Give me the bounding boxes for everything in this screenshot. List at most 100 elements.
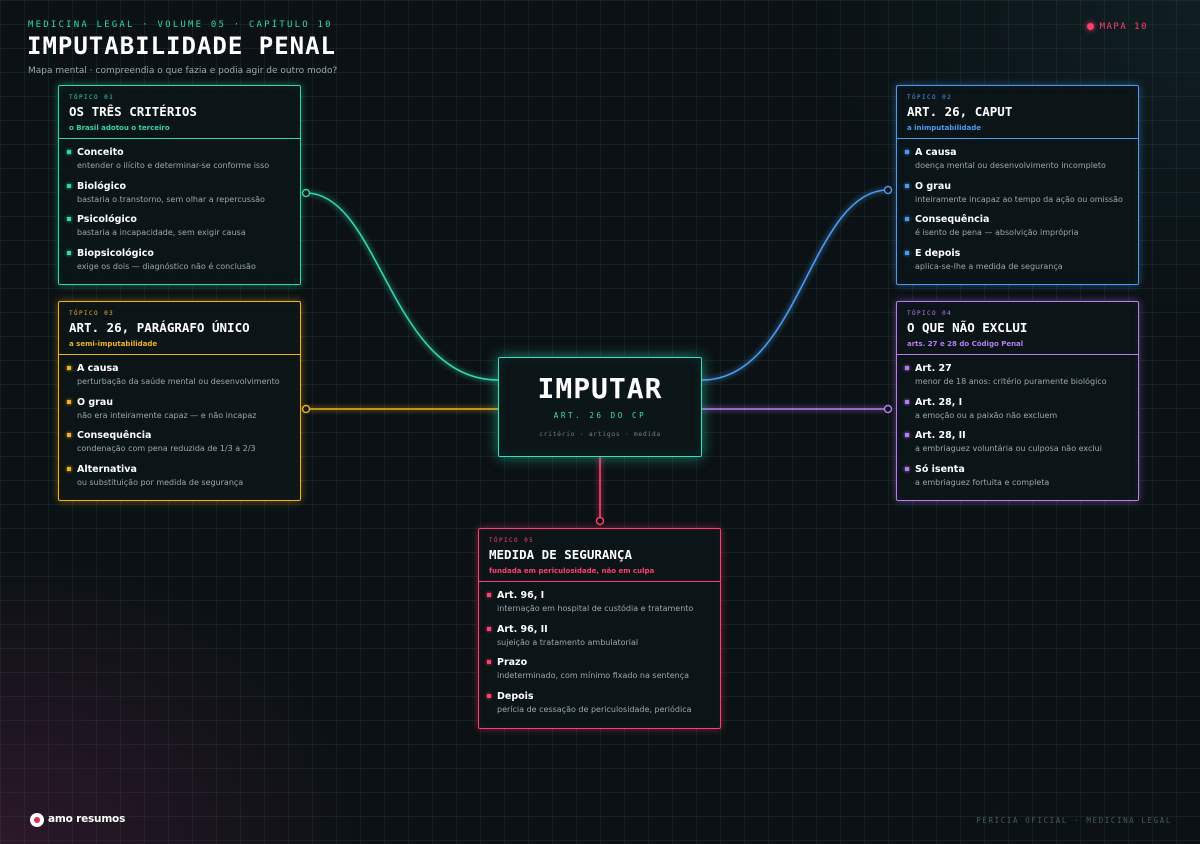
list-item: Art. 96, I internação em hospital de cust… xyxy=(487,590,710,624)
list-item: Art. 28, II a embriaguez voluntária ou cu… xyxy=(905,430,1128,464)
map-dot-icon xyxy=(1086,23,1094,30)
topic-items: Conceito entender o ilícito e determinar-… xyxy=(59,139,300,281)
item-description: não era inteiramente capaz — e não incap… xyxy=(77,410,257,420)
topic-card-03: TÓPICO 03 ART. 26, PARÁGRAFO ÚNICO a sem… xyxy=(58,301,301,501)
item-description: perturbação da saúde mental ou desenvolv… xyxy=(77,377,280,386)
topic-title: ART. 26, PARÁGRAFO ÚNICO xyxy=(69,320,250,335)
anchor-dot-topic-05 xyxy=(595,516,605,526)
bullet-square-icon xyxy=(487,626,491,631)
bullet-square-icon xyxy=(67,399,71,404)
item-label: A causa xyxy=(77,363,119,374)
list-item: Art. 96, II sujeição a tratamento ambulat… xyxy=(487,623,710,658)
list-item: Só isenta a embriaguez fortuita e complet… xyxy=(905,463,1128,498)
item-label: Art. 96, I xyxy=(497,590,545,601)
bullet-square-icon xyxy=(67,366,71,370)
item-label: Art. 27 xyxy=(915,363,952,374)
item-description: aplica-se-lhe a medida de segurança xyxy=(915,261,1063,271)
central-subtitle: ART. 26 DO CP xyxy=(553,411,647,420)
item-description: condenação com pena reduzida de 1/3 a 2/… xyxy=(77,444,256,454)
item-label: E depois xyxy=(915,247,961,259)
item-description: a embriaguez voluntária ou culposa não e… xyxy=(915,444,1102,454)
item-description: bastaria o transtorno, sem olhar a reper… xyxy=(77,194,265,204)
connector-topic-02 xyxy=(701,189,889,381)
list-item: A causa perturbação da saúde mental ou de… xyxy=(67,363,290,397)
topic-items: A causa doença mental ou desenvolvimento … xyxy=(897,139,1138,281)
item-label: Art. 28, II xyxy=(915,430,966,442)
list-item: Conceito entender o ilícito e determinar-… xyxy=(67,147,290,181)
item-description: doença mental ou desenvolvimento incompl… xyxy=(915,161,1106,170)
item-description: exige os dois — diagnóstico não é conclu… xyxy=(77,261,256,271)
list-item: Depois perícia de cessação de periculosid… xyxy=(487,691,710,725)
bullet-square-icon xyxy=(905,366,909,370)
topic-header: TÓPICO 03 ART. 26, PARÁGRAFO ÚNICO a sem… xyxy=(59,302,300,355)
topic-title: ART. 26, CAPUT xyxy=(907,104,1013,119)
bullet-square-icon xyxy=(487,660,491,665)
item-label: Conceito xyxy=(77,147,124,158)
list-item: Consequência é isento de pena — absolviçã… xyxy=(905,214,1128,248)
list-item: Psicológico bastaria a incapacidade, sem … xyxy=(67,214,290,248)
list-item: Biopsicológico exige os dois — diagnóstic… xyxy=(67,248,290,282)
topic-card-02: TÓPICO 02 ART. 26, CAPUT a inimputabilid… xyxy=(896,85,1139,285)
central-title: IMPUTAR xyxy=(537,372,663,405)
list-item: O grau inteiramente incapaz ao tempo da a… xyxy=(905,180,1128,215)
item-description: perícia de cessação de periculosidade, p… xyxy=(497,704,692,714)
item-description: a embriaguez fortuita e completa xyxy=(915,477,1050,487)
central-tags: critério · artigos · medida xyxy=(539,430,661,438)
bullet-square-icon xyxy=(905,399,909,404)
bullet-square-icon xyxy=(67,150,71,154)
item-label: Consequência xyxy=(915,214,990,226)
topic-caption: o Brasil adotou o terceiro xyxy=(69,124,170,132)
topic-tag: TÓPICO 02 xyxy=(907,94,953,101)
map-label: MAPA 10 xyxy=(1099,22,1148,32)
anchor-dot-topic-02 xyxy=(883,185,893,195)
list-item: Alternativa ou substituição por medida de… xyxy=(67,464,290,498)
bullet-square-icon xyxy=(487,593,491,597)
item-label: Biológico xyxy=(77,180,127,192)
topic-header: TÓPICO 02 ART. 26, CAPUT a inimputabilid… xyxy=(897,86,1138,139)
topic-card-04: TÓPICO 04 O QUE NÃO EXCLUI arts. 27 e 28… xyxy=(896,301,1139,501)
topic-header: TÓPICO 01 OS TRÊS CRITÉRIOS o Brasil ado… xyxy=(59,86,300,139)
brand-mark-icon xyxy=(30,813,44,827)
item-label: Prazo xyxy=(497,657,528,669)
chapter-kicker: MEDICINA LEGAL · VOLUME 05 · CAPÍTULO 10 xyxy=(28,20,333,30)
topic-card-01: TÓPICO 01 OS TRÊS CRITÉRIOS o Brasil ado… xyxy=(58,85,301,285)
topic-tag: TÓPICO 05 xyxy=(489,537,535,544)
item-label: Só isenta xyxy=(915,463,965,475)
bullet-square-icon xyxy=(67,250,71,255)
item-description: é isento de pena — absolvição imprópria xyxy=(915,228,1079,238)
footer-note: PERÍCIA OFICIAL · MEDICINA LEGAL xyxy=(976,816,1172,825)
list-item: E depois aplica-se-lhe a medida de segura… xyxy=(905,247,1128,282)
item-label: Psicológico xyxy=(77,214,137,226)
topic-tag: TÓPICO 03 xyxy=(69,310,115,317)
bullet-square-icon xyxy=(67,433,71,438)
topic-title: MEDIDA DE SEGURANÇA xyxy=(489,547,632,562)
item-description: inteiramente incapaz ao tempo da ação ou… xyxy=(915,194,1123,204)
item-description: menor de 18 anos: critério puramente bio… xyxy=(915,377,1107,386)
bullet-square-icon xyxy=(905,466,909,471)
topic-items: Art. 27 menor de 18 anos: critério purame… xyxy=(897,355,1138,497)
topic-caption: arts. 27 e 28 do Código Penal xyxy=(907,340,1024,348)
anchor-dot-topic-01 xyxy=(301,188,311,198)
topic-header: TÓPICO 04 O QUE NÃO EXCLUI arts. 27 e 28… xyxy=(897,302,1138,355)
bullet-square-icon xyxy=(905,433,909,438)
central-node: IMPUTAR ART. 26 DO CP critério · artigos… xyxy=(498,357,702,457)
connector-topic-01 xyxy=(305,192,499,381)
list-item: Art. 28, I a emoção ou a paixão não exclu… xyxy=(905,397,1128,431)
topic-tag: TÓPICO 01 xyxy=(69,94,115,101)
item-label: Art. 96, II xyxy=(497,623,548,635)
page-subtitle: Mapa mental · compreendia o que fazia e … xyxy=(28,66,338,76)
list-item: Biológico bastaria o transtorno, sem olha… xyxy=(67,180,290,215)
bullet-square-icon xyxy=(905,150,909,154)
bullet-square-icon xyxy=(67,466,71,471)
list-item: Art. 27 menor de 18 anos: critério purame… xyxy=(905,363,1128,397)
page-title: IMPUTABILIDADE PENAL xyxy=(27,32,336,60)
topic-items: A causa perturbação da saúde mental ou de… xyxy=(59,355,300,497)
topic-tag: TÓPICO 04 xyxy=(907,310,953,317)
topic-header: TÓPICO 05 MEDIDA DE SEGURANÇA fundada em… xyxy=(479,529,720,582)
item-description: sujeição a tratamento ambulatorial xyxy=(497,637,639,647)
bullet-square-icon xyxy=(905,183,909,188)
map-badge: MAPA 10 xyxy=(1086,22,1148,32)
item-label: O grau xyxy=(915,180,952,192)
bullet-square-icon xyxy=(905,217,909,222)
item-description: ou substituição por medida de segurança xyxy=(77,477,244,487)
